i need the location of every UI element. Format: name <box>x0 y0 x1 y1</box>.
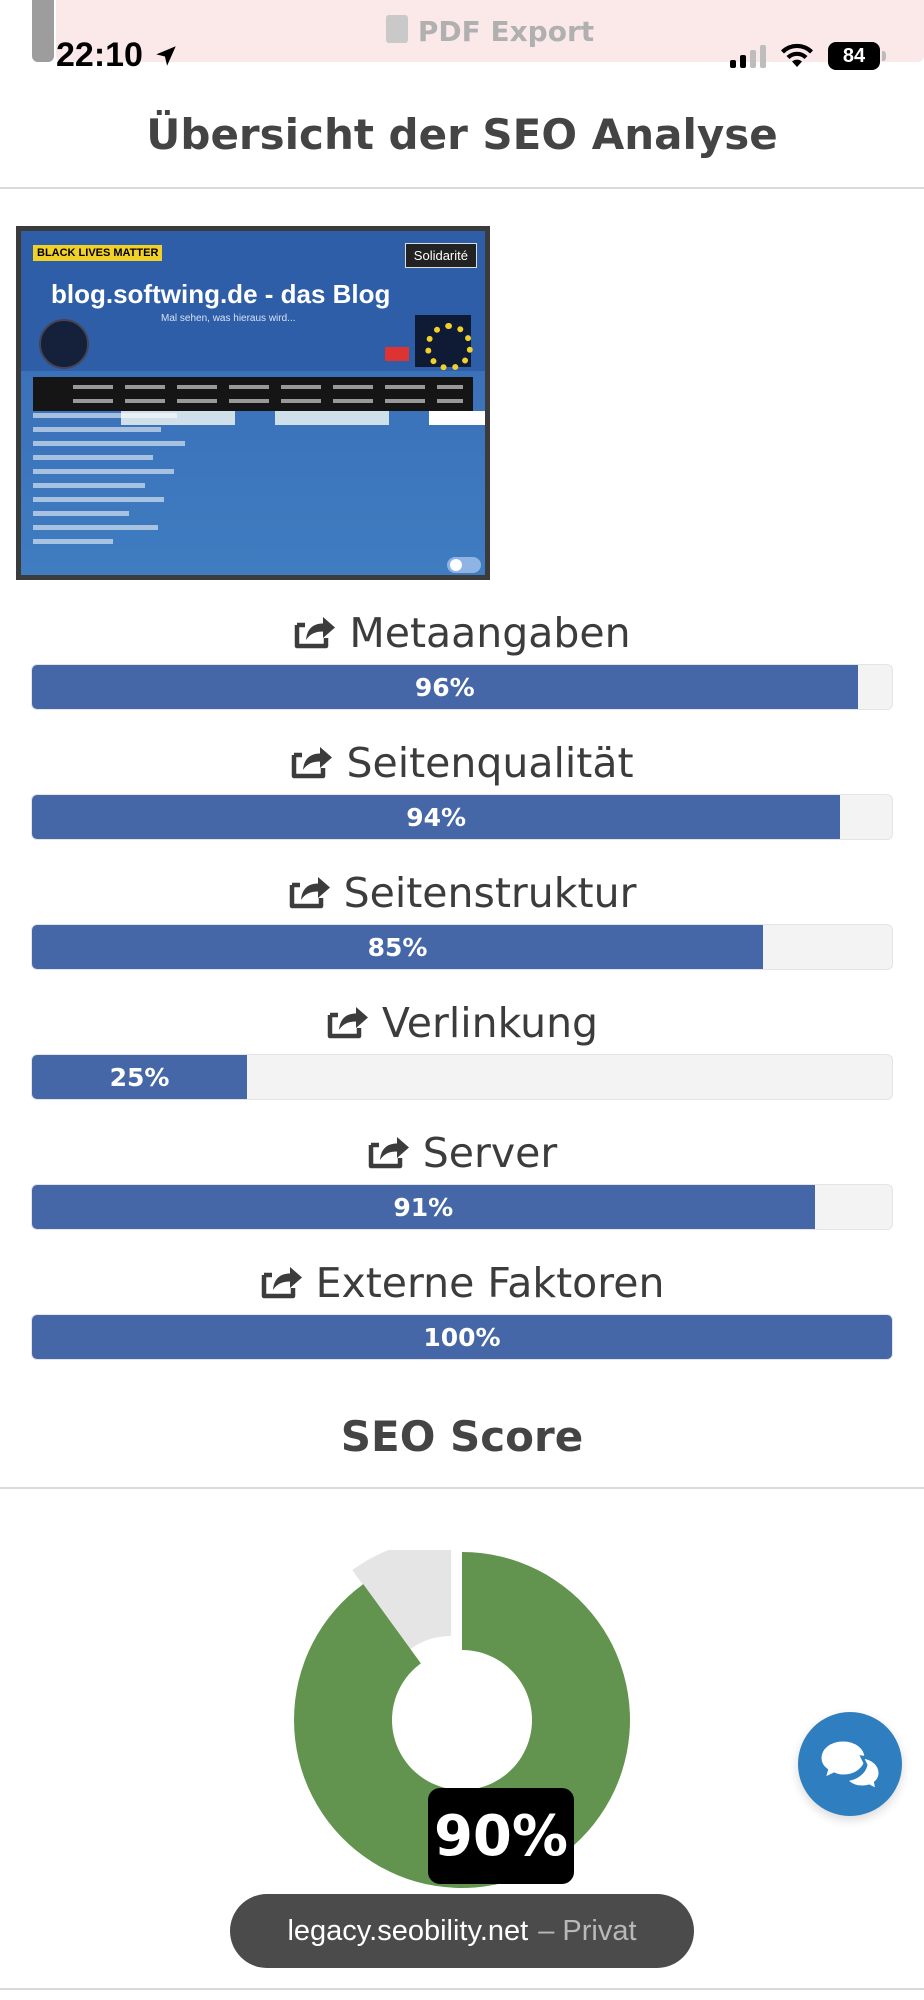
battery-indicator: 84 <box>828 42 886 70</box>
progress-bar-server: 91% <box>31 1184 893 1230</box>
progress-bar-verlinkung: 25% <box>31 1054 893 1100</box>
category-label-server[interactable]: Server <box>0 1125 924 1181</box>
progress-percent: 91% <box>393 1192 454 1222</box>
bottom-divider <box>0 1988 924 1990</box>
progress-bar-externe-faktoren: 100% <box>31 1314 893 1360</box>
thumbnail-nav <box>33 377 473 411</box>
scroll-handle[interactable] <box>32 0 54 62</box>
progress-percent: 100% <box>423 1322 501 1352</box>
progress-bar-seitenqualitaet: 94% <box>31 794 893 840</box>
seo-score-value: 90% <box>428 1788 574 1884</box>
url-private-mode: – Privat <box>538 1914 637 1947</box>
progress-fill: 85% <box>32 925 763 969</box>
status-bar: PDF Export 22:10 84 <box>0 0 924 74</box>
share-square-icon <box>327 1007 368 1039</box>
pdf-export-label: PDF Export <box>417 14 595 48</box>
category-label-seitenstruktur[interactable]: Seitenstruktur <box>0 865 924 921</box>
progress-fill: 25% <box>32 1055 247 1099</box>
category-name: Seitenqualität <box>346 739 634 787</box>
overview-title: Übersicht der SEO Analyse <box>146 110 778 159</box>
category-name: Seitenstruktur <box>343 869 637 917</box>
thumbnail-tagline: Mal sehen, was hieraus wird... <box>161 313 296 324</box>
location-arrow-icon <box>156 45 176 66</box>
category-label-verlinkung[interactable]: Verlinkung <box>0 995 924 1051</box>
cellular-signal-icon <box>730 44 766 68</box>
category-label-seitenqualitaet[interactable]: Seitenqualität <box>0 735 924 791</box>
wifi-icon <box>781 43 813 67</box>
thumbnail-site-title: blog.softwing.de - das Blog <box>51 279 391 309</box>
document-icon <box>385 15 408 43</box>
share-square-icon <box>368 1137 409 1169</box>
thumbnail-tag: BLACK LIVES MATTER <box>33 245 163 261</box>
progress-percent: 96% <box>414 672 475 702</box>
thumbnail-emblem <box>415 315 473 371</box>
battery-level: 84 <box>842 44 866 67</box>
thumbnail-logo <box>39 319 89 369</box>
category-label-externe-faktoren[interactable]: Externe Faktoren <box>0 1255 924 1311</box>
share-square-icon <box>289 877 330 909</box>
category-label-metaangaben[interactable]: Metaangaben <box>0 605 924 661</box>
chat-bubbles-icon <box>818 1738 882 1791</box>
thumbnail-badge: Solidarité <box>404 243 477 268</box>
seo-score-title: SEO Score <box>340 1412 584 1461</box>
share-square-icon <box>261 1267 302 1299</box>
progress-percent: 85% <box>367 932 428 962</box>
share-square-icon <box>292 747 333 779</box>
progress-bar-metaangaben: 96% <box>31 664 893 710</box>
category-name: Externe Faktoren <box>315 1259 665 1307</box>
progress-bar-seitenstruktur: 85% <box>31 924 893 970</box>
status-clock: 22:10 <box>56 36 179 75</box>
progress-fill: 91% <box>32 1185 815 1229</box>
browser-address-bar[interactable]: legacy.seobility.net – Privat <box>230 1894 694 1968</box>
site-screenshot: BLACK LIVES MATTER Solidarité blog.softw… <box>16 226 490 580</box>
chat-button[interactable] <box>798 1712 902 1816</box>
progress-percent: 25% <box>109 1062 170 1092</box>
category-name: Verlinkung <box>381 999 599 1047</box>
category-name: Server <box>422 1129 558 1177</box>
url-domain: legacy.seobility.net <box>287 1914 529 1947</box>
progress-percent: 94% <box>406 802 467 832</box>
page: PDF Export 22:10 84 Übersicht der SEO An… <box>0 0 924 2000</box>
share-square-icon <box>295 617 336 649</box>
progress-fill: 96% <box>32 665 858 709</box>
title-divider <box>0 187 924 189</box>
status-indicators: 84 <box>730 42 886 70</box>
progress-fill: 100% <box>32 1315 892 1359</box>
score-divider <box>0 1487 924 1489</box>
category-name: Metaangaben <box>349 609 631 657</box>
clock-time: 22:10 <box>56 36 143 74</box>
progress-fill: 94% <box>32 795 841 839</box>
